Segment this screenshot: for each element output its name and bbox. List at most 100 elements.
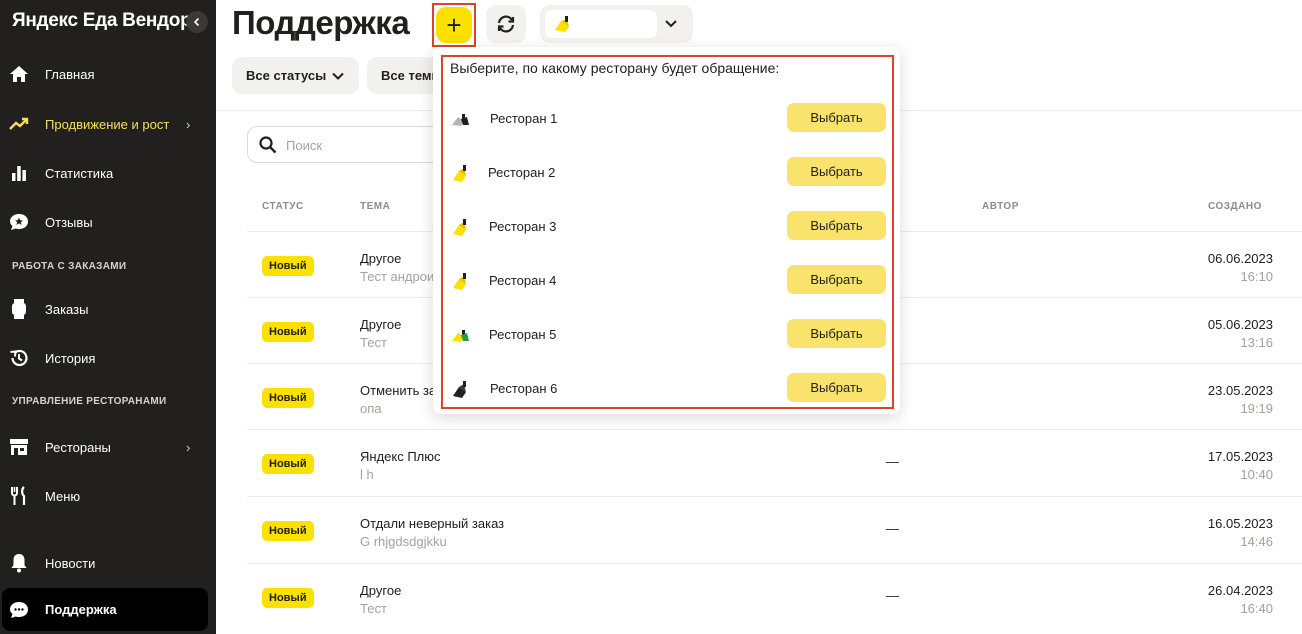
restaurant-name: Ресторан 4 [489, 273, 557, 288]
support-chat-icon [9, 600, 29, 620]
ticket-topic: Другое [360, 317, 402, 332]
ticket-text: Тест [360, 335, 387, 350]
ticket-author: — [886, 454, 899, 469]
ticket-topic: Отдали неверный заказ [360, 516, 505, 531]
sidebar-item-history[interactable]: История [0, 338, 216, 378]
ticket-topic: Отменить за [360, 383, 437, 398]
restaurant-name: Ресторан 3 [489, 219, 557, 234]
plus-icon: + [436, 7, 472, 43]
sidebar-item-restaurants[interactable]: Рестораны › [0, 427, 216, 467]
ticket-author: — [886, 588, 899, 603]
section-label-orders: РАБОТА С ЗАКАЗАМИ [12, 261, 127, 272]
ticket-date: 16.05.2023 [1207, 516, 1273, 531]
restaurant-option[interactable]: Ресторан 3 Выбрать [443, 207, 891, 247]
sidebar-item-statistics[interactable]: Статистика [0, 153, 216, 193]
ticket-text: G rhjgdsdgjkku [360, 534, 447, 549]
status-badge: Новый [262, 256, 314, 276]
sidebar-item-promotion[interactable]: Продвижение и рост › [0, 104, 216, 144]
sidebar-item-label: Новости [45, 555, 96, 571]
refresh-button[interactable] [486, 5, 526, 43]
sidebar-item-reviews[interactable]: Отзывы [0, 202, 216, 242]
column-header-author[interactable]: АВТОР [982, 201, 1019, 212]
chevron-down-icon [332, 72, 344, 80]
sidebar-item-home[interactable]: Главная [0, 54, 216, 94]
chevron-right-icon: › [186, 439, 191, 455]
bell-icon [9, 553, 29, 573]
restaurant-option[interactable]: Ресторан 4 Выбрать [443, 261, 891, 301]
ticket-topic: Яндекс Плюс [360, 449, 441, 464]
sidebar-item-label: Рестораны [45, 439, 111, 455]
status-badge: Новый [262, 322, 314, 342]
sidebar-item-label: Главная [45, 66, 95, 82]
table-row[interactable]: Новый Яндекс Плюс l h — 17.05.2023 10:40 [247, 429, 1302, 495]
chat-star-icon [9, 212, 29, 232]
restaurant-logo-icon [453, 165, 466, 182]
sidebar-item-support[interactable]: Поддержка [2, 588, 208, 631]
restaurant-name: Ресторан 1 [490, 111, 558, 126]
restaurant-logo-icon [452, 330, 469, 342]
choose-restaurant-button[interactable]: Выбрать [787, 157, 886, 186]
sidebar-item-label: Поддержка [45, 602, 117, 617]
store-icon [9, 437, 29, 457]
ticket-time: 16:40 [1240, 601, 1273, 616]
choose-restaurant-button[interactable]: Выбрать [787, 319, 886, 348]
ticket-time: 19:19 [1240, 401, 1273, 416]
status-badge: Новый [262, 454, 314, 474]
table-row[interactable]: Новый Отдали неверный заказ G rhjgdsdgjk… [247, 496, 1302, 562]
status-badge: Новый [262, 588, 314, 608]
chevron-right-icon: › [186, 116, 191, 132]
search-input[interactable]: Поиск [286, 138, 322, 153]
table-row[interactable]: Новый Другое Тест — 26.04.2023 16:40 [247, 563, 1302, 629]
ticket-time: 14:46 [1240, 534, 1273, 549]
ticket-topic: Другое [360, 251, 402, 266]
sidebar-item-label: Отзывы [45, 214, 93, 230]
choose-restaurant-button[interactable]: Выбрать [787, 103, 886, 132]
add-ticket-button[interactable]: + [432, 3, 476, 47]
status-filter-label: Все статусы [246, 68, 327, 83]
choose-restaurant-button[interactable]: Выбрать [787, 373, 886, 402]
sidebar-item-orders[interactable]: Заказы [0, 289, 216, 329]
ticket-date: 06.06.2023 [1207, 251, 1273, 266]
sidebar-item-news[interactable]: Новости [0, 543, 216, 583]
choose-restaurant-button[interactable]: Выбрать [787, 265, 886, 294]
search-box[interactable]: Поиск [247, 126, 447, 163]
collapse-sidebar-button[interactable] [186, 11, 208, 33]
restaurant-select-field[interactable] [545, 10, 657, 38]
restaurant-select[interactable] [540, 5, 693, 43]
history-icon [9, 348, 29, 368]
sidebar-item-label: История [45, 350, 96, 366]
page-title: Поддержка [232, 4, 410, 41]
column-header-status[interactable]: СТАТУС [262, 201, 304, 212]
ticket-date: 17.05.2023 [1207, 449, 1273, 464]
restaurant-option[interactable]: Ресторан 6 Выбрать [443, 369, 891, 409]
ticket-text: Тест [360, 601, 387, 616]
ticket-date: 26.04.2023 [1207, 583, 1273, 598]
status-filter[interactable]: Все статусы [232, 57, 359, 94]
restaurant-name: Ресторан 5 [489, 327, 557, 342]
ticket-author: — [886, 521, 899, 536]
restaurant-logo-icon [452, 114, 469, 126]
search-icon [259, 136, 277, 154]
column-header-topic[interactable]: ТЕМА [360, 201, 390, 212]
ticket-text: опа [360, 401, 382, 416]
restaurant-name: Ресторан 6 [490, 381, 558, 396]
restaurant-logo-icon [453, 273, 466, 290]
choose-restaurant-button[interactable]: Выбрать [787, 211, 886, 240]
restaurant-option[interactable]: Ресторан 5 Выбрать [443, 315, 891, 355]
ticket-time: 16:10 [1240, 269, 1273, 284]
sidebar-item-label: Статистика [45, 165, 114, 181]
column-header-created[interactable]: СОЗДАНО [1208, 201, 1262, 212]
chevron-left-icon [193, 17, 200, 27]
restaurant-option[interactable]: Ресторан 2 Выбрать [443, 153, 891, 193]
sidebar-item-label: Меню [45, 488, 81, 504]
sidebar-item-menu[interactable]: Меню [0, 476, 216, 516]
sidebar-item-label: Продвижение и рост [45, 116, 170, 132]
fork-knife-icon [9, 486, 29, 506]
restaurant-logo-icon [453, 381, 466, 398]
ticket-time: 13:16 [1240, 335, 1273, 350]
ticket-date: 23.05.2023 [1207, 383, 1273, 398]
restaurant-option[interactable]: Ресторан 1 Выбрать [443, 99, 891, 139]
ticket-topic: Другое [360, 583, 402, 598]
brand-logo[interactable]: Яндекс Еда Вендор [12, 10, 192, 32]
popup-title: Выберите, по какому ресторану будет обра… [450, 60, 780, 76]
